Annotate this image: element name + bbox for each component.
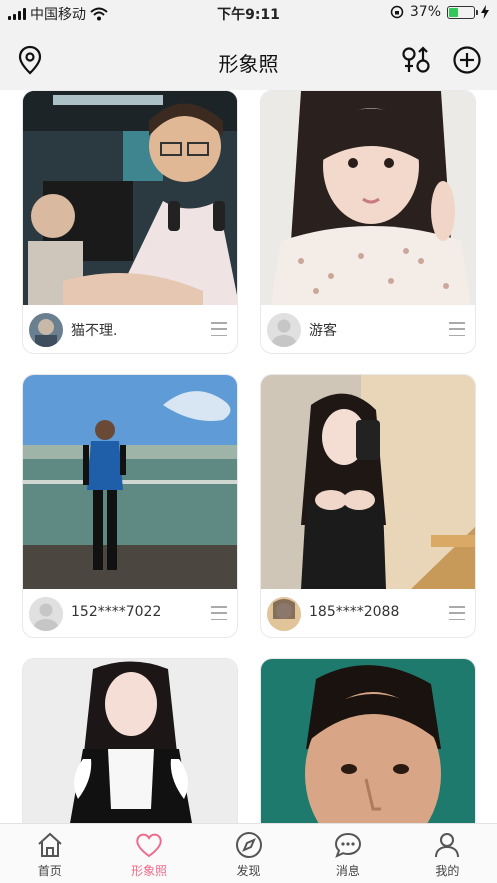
card-photo[interactable]	[261, 659, 475, 823]
card-footer: 游客	[261, 305, 475, 353]
battery-percent: 37%	[409, 4, 441, 20]
card-photo[interactable]	[261, 91, 475, 305]
tab-discover[interactable]: 发现	[199, 824, 298, 883]
wifi-icon	[90, 7, 108, 21]
profile-card[interactable]: 152****7022	[22, 374, 238, 638]
tab-label: 发现	[236, 864, 261, 878]
tab-label: 消息	[335, 864, 360, 878]
photo-woman-mirror	[261, 375, 475, 589]
profile-card[interactable]	[22, 658, 238, 823]
profile-card[interactable]: 游客	[260, 90, 476, 354]
add-circle-icon[interactable]	[451, 44, 483, 76]
tab-messages[interactable]: 消息	[298, 824, 397, 883]
photo-man-closeup	[261, 659, 475, 823]
status-left: 中国移动	[8, 4, 108, 24]
card-photo[interactable]	[23, 659, 237, 823]
photo-girl-floral	[261, 91, 475, 305]
username[interactable]: 185****2088	[309, 604, 399, 620]
profile-card[interactable]: 185****2088	[260, 374, 476, 638]
tab-label: 首页	[37, 864, 62, 878]
tab-label: 形象照	[131, 864, 168, 878]
more-menu-icon[interactable]	[211, 322, 227, 336]
heart-icon	[136, 833, 162, 858]
tab-profile[interactable]: 我的	[398, 824, 497, 883]
bottom-tab-bar: 首页 形象照 发现 消息 我的	[0, 823, 497, 883]
page-header: 形象照	[0, 26, 497, 90]
more-menu-icon[interactable]	[449, 606, 465, 620]
home-icon	[38, 832, 62, 857]
orientation-lock-icon	[390, 5, 404, 19]
tab-portrait[interactable]: 形象照	[99, 824, 198, 883]
battery-icon	[447, 5, 478, 19]
charging-icon	[481, 5, 489, 19]
photo-man-pier	[23, 375, 237, 589]
profile-card[interactable]: 猫不理.	[22, 90, 238, 354]
profile-icon	[435, 833, 460, 858]
username[interactable]: 152****7022	[71, 604, 161, 620]
profile-card[interactable]	[260, 658, 476, 823]
signal-icon	[8, 8, 26, 20]
tab-home[interactable]: 首页	[0, 824, 99, 883]
more-menu-icon[interactable]	[211, 606, 227, 620]
tab-label: 我的	[435, 864, 460, 878]
card-photo[interactable]	[23, 375, 237, 589]
photo-woman-maid	[23, 659, 237, 823]
card-photo[interactable]	[261, 375, 475, 589]
gender-filter-icon[interactable]	[400, 44, 432, 76]
carrier-label: 中国移动	[30, 7, 86, 23]
card-photo[interactable]	[23, 91, 237, 305]
default-avatar-icon[interactable]	[29, 597, 63, 631]
status-right: 37%	[390, 4, 489, 20]
photo-man-headphones	[23, 91, 237, 305]
username[interactable]: 游客	[309, 320, 337, 340]
photo-feed[interactable]: 猫不理. 游客 152****7022 185****2088	[0, 90, 497, 823]
default-avatar-icon[interactable]	[267, 313, 301, 347]
username[interactable]: 猫不理.	[71, 320, 117, 340]
card-footer: 猫不理.	[23, 305, 237, 353]
user-avatar[interactable]	[29, 313, 63, 347]
chat-icon	[334, 832, 361, 858]
user-avatar[interactable]	[267, 597, 301, 631]
more-menu-icon[interactable]	[449, 322, 465, 336]
compass-icon	[235, 832, 262, 858]
card-footer: 152****7022	[23, 589, 237, 637]
card-footer: 185****2088	[261, 589, 475, 637]
status-bar: 中国移动 下午9:11 37%	[0, 0, 497, 26]
